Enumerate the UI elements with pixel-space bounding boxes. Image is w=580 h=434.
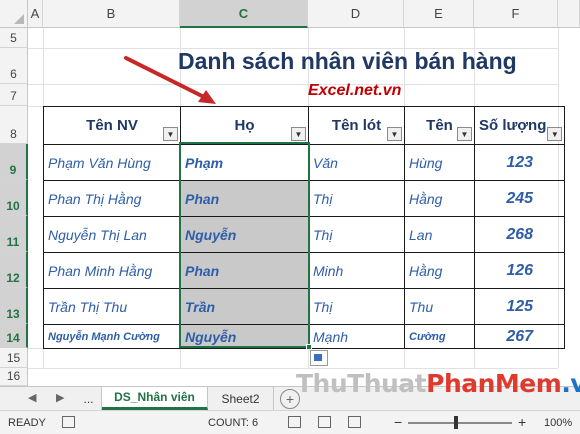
row-header-13[interactable]: 13	[0, 288, 28, 324]
cell-ten[interactable]: Thu	[404, 288, 475, 325]
column-header-e[interactable]: E	[404, 0, 474, 28]
watermark-text: Excel.net.vn	[308, 82, 402, 99]
cell-ten[interactable]: Lan	[404, 216, 475, 253]
row-header-14[interactable]: 14	[0, 324, 28, 348]
cell-ten[interactable]: Cường	[404, 324, 475, 349]
row-header-5[interactable]: 5	[0, 28, 28, 48]
zoom-out-button[interactable]: −	[394, 414, 402, 430]
table-row: Nguyễn Mạnh Cường Nguyễn Mạnh Cường 267	[43, 324, 566, 349]
page-break-view-icon[interactable]	[348, 416, 361, 428]
tab-ds-nhan-vien[interactable]: DS_Nhân viên	[102, 387, 208, 410]
table-row: Trần Thị Thu Trần Thị Thu 125	[43, 288, 566, 325]
header-cell-ten-nv[interactable]: Tên NV ▼	[43, 106, 181, 145]
filter-dropdown-icon[interactable]: ▼	[163, 127, 178, 141]
zoom-slider[interactable]	[408, 422, 512, 424]
cell-so-luong[interactable]: 126	[473, 252, 566, 289]
table-row: Phạm Văn Hùng Phạm Văn Hùng 123	[43, 144, 566, 181]
column-header-c[interactable]: C	[180, 0, 308, 28]
cell-ten-lot[interactable]: Minh	[308, 252, 405, 289]
row-header-9[interactable]: 9	[0, 144, 28, 180]
cell-ten-nv[interactable]: Phan Thị Hằng	[43, 180, 181, 217]
column-header-b[interactable]: B	[43, 0, 180, 28]
cell-ho[interactable]: Phan	[180, 180, 309, 217]
sheet-title: Danh sách nhân viên bán hàng	[178, 48, 517, 74]
flash-fill-options-icon[interactable]	[310, 350, 328, 366]
status-count: COUNT: 6	[208, 417, 259, 429]
filter-dropdown-icon[interactable]: ▼	[547, 127, 563, 141]
header-cell-ten-lot[interactable]: Tên lót ▼	[308, 106, 405, 145]
table-row: Nguyễn Thị Lan Nguyễn Thị Lan 268	[43, 216, 566, 253]
table-header-row: Tên NV ▼ Họ ▼ Tên lót ▼ Tên ▼ Số lượng ▼	[43, 106, 566, 145]
status-bar: READY COUNT: 6 − + 100%	[0, 410, 580, 434]
cell-so-luong[interactable]: 125	[473, 288, 566, 325]
cell-ten-nv[interactable]: Phan Minh Hằng	[43, 252, 181, 289]
table-row: Phan Thị Hằng Phan Thị Hằng 245	[43, 180, 566, 217]
cell-ho[interactable]: Nguyễn	[180, 324, 309, 349]
employee-table: Tên NV ▼ Họ ▼ Tên lót ▼ Tên ▼ Số lượng ▼ Phạm…	[43, 106, 566, 349]
cell-ten-lot[interactable]: Văn	[308, 144, 405, 181]
column-header-d[interactable]: D	[308, 0, 404, 28]
cell-so-luong[interactable]: 268	[473, 216, 566, 253]
row-header-6[interactable]: 6	[0, 48, 28, 84]
zoom-in-button[interactable]: +	[518, 414, 526, 430]
cell-ten-nv[interactable]: Phạm Văn Hùng	[43, 144, 181, 181]
cell-ten-nv[interactable]: Nguyễn Thị Lan	[43, 216, 181, 253]
normal-view-icon[interactable]	[288, 416, 301, 428]
table-row: Phan Minh Hằng Phan Minh Hằng 126	[43, 252, 566, 289]
red-arrow-annotation	[124, 56, 216, 104]
row-header-10[interactable]: 10	[0, 180, 28, 216]
cell-so-luong[interactable]: 267	[473, 324, 566, 349]
cell-ten-lot[interactable]: Thị	[308, 180, 405, 217]
cell-ten-nv[interactable]: Nguyễn Mạnh Cường	[43, 324, 181, 349]
cell-ten-nv[interactable]: Trần Thị Thu	[43, 288, 181, 325]
tab-scroll-right-icon[interactable]: ▶	[56, 391, 64, 404]
cell-ho[interactable]: Trần	[180, 288, 309, 325]
row-header-12[interactable]: 12	[0, 252, 28, 288]
tab-sheet2[interactable]: Sheet2	[208, 387, 274, 410]
status-ready: READY	[8, 417, 46, 429]
cell-ten[interactable]: Hằng	[404, 252, 475, 289]
cell-ten-lot[interactable]: Thị	[308, 216, 405, 253]
column-header-a[interactable]: A	[28, 0, 43, 28]
tab-more-sheets[interactable]: ...	[76, 387, 102, 410]
cell-ho-active[interactable]: Phạm	[180, 144, 309, 181]
filter-dropdown-icon[interactable]: ▼	[291, 127, 306, 141]
row-header-15[interactable]: 15	[0, 348, 28, 368]
cell-ho[interactable]: Phan	[180, 252, 309, 289]
row-header-7[interactable]: 7	[0, 84, 28, 106]
cell-so-luong[interactable]: 123	[473, 144, 566, 181]
cell-ten[interactable]: Hằng	[404, 180, 475, 217]
row-header-16[interactable]: 16	[0, 368, 28, 386]
macro-record-icon[interactable]	[62, 416, 75, 428]
zoom-slider-handle[interactable]	[454, 416, 458, 429]
cell-ten-lot[interactable]: Mạnh	[308, 324, 405, 349]
filter-dropdown-icon[interactable]: ▼	[457, 127, 472, 141]
row-header-11[interactable]: 11	[0, 216, 28, 252]
column-header-f[interactable]: F	[474, 0, 558, 28]
cell-ten[interactable]: Hùng	[404, 144, 475, 181]
zoom-level[interactable]: 100%	[544, 417, 572, 429]
cell-ten-lot[interactable]: Thị	[308, 288, 405, 325]
header-cell-ten[interactable]: Tên ▼	[404, 106, 475, 145]
select-all-corner[interactable]	[0, 0, 28, 28]
row-header-8[interactable]: 8	[0, 106, 28, 144]
cell-so-luong[interactable]: 245	[473, 180, 566, 217]
filter-dropdown-icon[interactable]: ▼	[387, 127, 402, 141]
header-cell-so-luong[interactable]: Số lượng ▼	[473, 106, 566, 145]
column-header-g[interactable]	[558, 0, 580, 28]
page-layout-view-icon[interactable]	[318, 416, 331, 428]
brand-logo: ThuThuatPhanMem.vn	[296, 369, 580, 398]
header-cell-ho[interactable]: Họ ▼	[180, 106, 309, 145]
cell-ho[interactable]: Nguyễn	[180, 216, 309, 253]
tab-scroll-left-icon[interactable]: ◀	[28, 391, 36, 404]
